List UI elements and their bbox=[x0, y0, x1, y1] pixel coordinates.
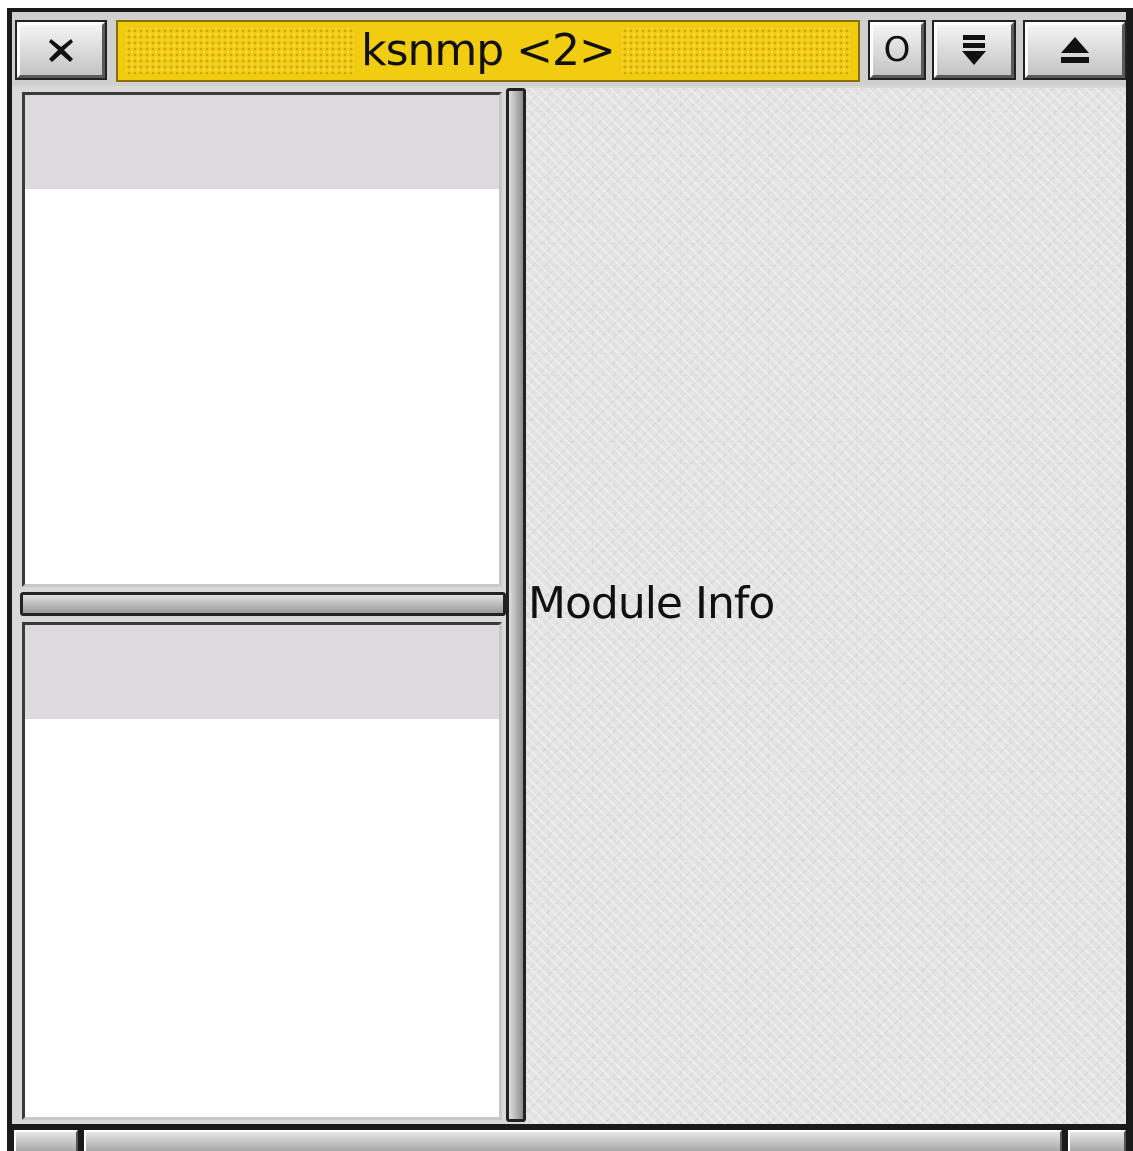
close-x-icon bbox=[46, 35, 76, 65]
title-bar-label-area[interactable]: ksnmp <2> bbox=[116, 20, 860, 82]
eject-up-icon bbox=[1059, 35, 1091, 65]
module-info-label: Module Info bbox=[528, 578, 775, 629]
title-dots-right bbox=[622, 28, 850, 74]
title-dots-left bbox=[126, 28, 354, 74]
window-title: ksnmp <2> bbox=[361, 25, 616, 76]
resize-grip-left[interactable] bbox=[14, 1130, 78, 1151]
module-info-pane: Module Info bbox=[526, 88, 1126, 1124]
shade-down-icon bbox=[960, 33, 988, 67]
bottom-list-pane[interactable] bbox=[22, 622, 502, 1120]
titlebar[interactable]: ksnmp <2> O bbox=[12, 12, 1127, 86]
bottom-handle[interactable] bbox=[84, 1130, 1062, 1151]
iconify-button[interactable]: O bbox=[868, 20, 926, 80]
circle-icon: O bbox=[883, 30, 911, 70]
close-button[interactable] bbox=[15, 20, 107, 80]
top-list-header[interactable] bbox=[25, 95, 499, 189]
bottom-list-header[interactable] bbox=[25, 625, 499, 719]
maximize-button[interactable] bbox=[1023, 20, 1127, 80]
horizontal-splitter-handle[interactable] bbox=[20, 592, 506, 616]
shade-button[interactable] bbox=[932, 20, 1016, 80]
vertical-splitter-handle[interactable] bbox=[506, 88, 526, 1122]
top-list-pane[interactable] bbox=[22, 92, 502, 587]
resize-grip-right[interactable] bbox=[1068, 1130, 1126, 1151]
